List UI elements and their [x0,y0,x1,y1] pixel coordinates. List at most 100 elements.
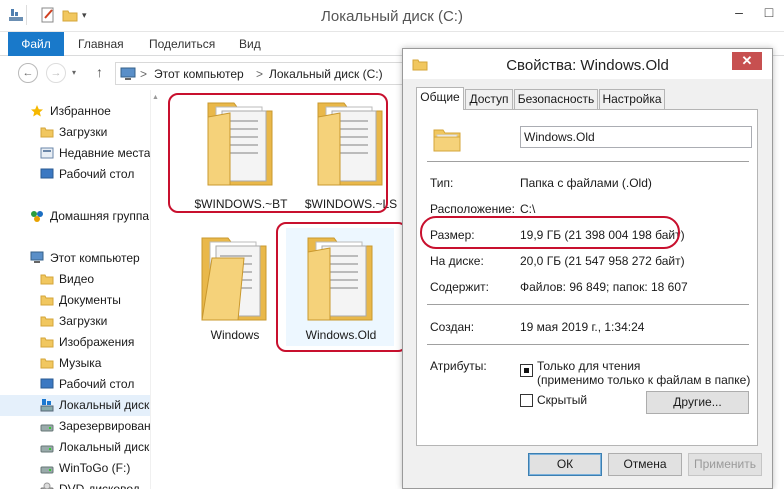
tab-home[interactable]: Главная [68,32,134,56]
minimize-button[interactable]: – [724,0,754,24]
nav-item[interactable]: Рабочий стол [0,164,150,185]
nav-item[interactable]: WinToGo (F:) [0,458,150,479]
folder-icon [432,124,462,157]
nav-item-label: DVD-дисковод [59,482,140,489]
folder-icon [194,228,274,331]
hidden-checkbox[interactable] [520,394,533,407]
nav-item[interactable]: Этот компьютер [0,248,150,269]
drive-icon [40,419,54,433]
drive-icon [40,461,54,475]
desktop-icon [40,377,54,391]
type-value: Папка с файлами (.Old) [520,176,652,190]
separator [427,161,749,162]
tab-share[interactable]: Поделиться [139,32,225,56]
nav-item-label: Документы [59,293,121,307]
nav-item-label: Рабочий стол [59,377,135,391]
highlight-ring [168,93,388,213]
hidden-label: Скрытый [537,393,588,407]
size-on-disk-label: На диске: [430,254,484,268]
cancel-button[interactable]: Отмена [608,453,682,476]
pictures-icon [40,335,54,349]
nav-item[interactable]: Изображения [0,332,150,353]
readonly-checkbox[interactable] [520,364,533,377]
navigation-scrollbar[interactable]: ▲ [150,90,160,489]
properties-dialog: Свойства: Windows.Old ✕ Общие Доступ Без… [402,48,773,489]
nav-item[interactable]: Загрузки [0,311,150,332]
nav-item-label: Зарезервирован [59,419,150,433]
nav-item[interactable]: Видео [0,269,150,290]
nav-item-label: Загрузки [59,314,108,328]
location-value: C:\ [520,202,536,216]
nav-item[interactable]: Рабочий стол [0,374,150,395]
arrow-left-icon: ← [22,67,34,79]
nav-item-label: Недавние места [59,146,150,160]
dialog-title-bar: Свойства: Windows.Old ✕ [403,49,772,79]
readonly-label: Только для чтения [537,359,641,373]
nav-item[interactable]: Документы [0,290,150,311]
apply-button[interactable]: Применить [688,453,762,476]
folder-name-field[interactable]: Windows.Old [520,126,752,148]
computer-icon [120,67,136,84]
address-bar[interactable]: > Этот компьютер > Локальный диск (C:) [115,62,405,85]
tab-general[interactable]: Общие [416,87,464,110]
nav-item-label: Избранное [50,104,111,118]
folder-label: Windows [210,328,260,342]
nav-item[interactable]: Локальный диск [0,395,150,416]
nav-item[interactable]: Домашняя группа [0,206,150,227]
nav-item-label: Локальный диск [59,398,150,412]
folder-item[interactable]: Windows [180,228,290,358]
separator [427,344,749,345]
system-drive-icon [40,398,54,412]
close-button[interactable]: ✕ [732,52,762,70]
contains-value: Файлов: 96 849; папок: 18 607 [520,280,688,294]
computer-icon [30,251,44,265]
highlight-ring [276,222,408,352]
videos-icon [40,272,54,286]
nav-item[interactable]: Музыка [0,353,150,374]
nav-item[interactable]: Локальный диск [0,437,150,458]
nav-item-label: WinToGo (F:) [59,461,131,475]
scroll-up-icon[interactable]: ▲ [152,94,159,101]
tab-view[interactable]: Вид [229,32,271,56]
maximize-button[interactable]: □ [754,0,784,24]
drive-icon [40,440,54,454]
nav-item-label: Изображения [59,335,135,349]
size-on-disk-value: 20,0 ГБ (21 547 958 272 байт) [520,254,685,268]
nav-item-label: Этот компьютер [50,251,140,265]
nav-item[interactable]: Недавние места [0,143,150,164]
forward-button[interactable]: → [46,63,66,83]
ok-button[interactable]: ОК [528,453,602,476]
breadcrumb-separator: > [256,67,264,81]
recent-places-icon [40,146,54,160]
close-icon: ✕ [741,53,753,68]
desktop-icon [40,167,54,181]
recent-locations-icon[interactable]: ▾ [72,68,76,77]
tab-file[interactable]: Файл [8,32,64,56]
nav-item-label: Домашняя группа [50,209,150,223]
advanced-button[interactable]: Другие... [646,391,749,414]
window-title: Локальный диск (C:) [321,8,463,25]
indeterminate-mark-icon [524,368,529,373]
arrow-right-icon: → [50,67,62,79]
nav-item-label: Рабочий стол [59,167,135,181]
nav-item[interactable]: DVD-дисковод [0,479,150,489]
homegroup-icon [30,209,44,223]
nav-item[interactable]: Загрузки [0,122,150,143]
tab-security[interactable]: Безопасность [514,89,598,109]
contains-label: Содержит: [430,280,489,294]
attributes-label: Атрибуты: [430,359,487,373]
breadcrumb-this-pc[interactable]: Этот компьютер [154,67,244,81]
breadcrumb-local-disk[interactable]: Локальный диск (C:) [269,67,383,81]
breadcrumb-separator: > [140,67,148,81]
nav-item[interactable]: Избранное [0,101,150,122]
nav-item[interactable]: Зарезервирован [0,416,150,437]
type-label: Тип: [430,176,454,190]
nav-item-label: Локальный диск [59,440,150,454]
tab-sharing[interactable]: Доступ [465,89,513,109]
tab-customize[interactable]: Настройка [599,89,665,109]
dialog-title: Свойства: Windows.Old [506,57,669,74]
nav-item-label: Видео [59,272,95,286]
up-arrow-icon[interactable]: ↑ [96,64,103,80]
size-highlight-ring [420,216,680,249]
back-button[interactable]: ← [18,63,38,83]
